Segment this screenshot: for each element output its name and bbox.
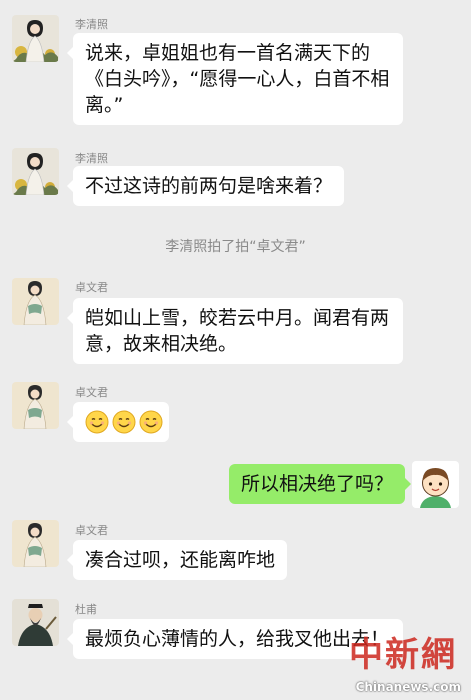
avatar-zhuo-wenjun[interactable]: [12, 382, 59, 429]
watermark-logo: 中新網: [349, 635, 457, 675]
system-pat-notice: 李清照拍了拍“卓文君”: [165, 239, 306, 255]
sender-name: 杜甫: [75, 603, 97, 616]
message-bubble[interactable]: 凑合过呗，还能离咋地: [66, 540, 288, 580]
sender-name: 卓文君: [75, 386, 108, 399]
message-text: 说来，卓姐姐也有一首名满天下的《白头吟》，“愿得一心人，白首不相离。”: [85, 42, 390, 116]
smile-emoji-icon: [139, 410, 163, 434]
avatar-du-fu-icon: [12, 599, 59, 646]
sender-name: 卓文君: [75, 524, 108, 537]
message-bubble[interactable]: [67, 402, 169, 442]
avatar-li-qingzhao-icon: [12, 148, 59, 195]
message-bubble-self[interactable]: 所以相决绝了吗？: [228, 464, 412, 504]
avatar-zhuo-wenjun-icon: [12, 520, 59, 567]
avatar-zhuo-wenjun[interactable]: [12, 520, 59, 567]
avatar-self[interactable]: [412, 461, 459, 508]
message-bubble[interactable]: 皑如山上雪，皎若云中月。闻君有两意，故来相决绝。: [67, 298, 403, 364]
message-text: 不过这诗的前两句是啥来着？: [85, 175, 333, 197]
avatar-zhuo-wenjun[interactable]: [12, 278, 59, 325]
watermark-url: Chinanews.com: [355, 680, 461, 694]
message-text: 所以相决绝了吗？: [240, 473, 393, 495]
avatar-du-fu[interactable]: [12, 599, 59, 646]
smile-emoji-icon: [85, 410, 109, 434]
avatar-zhuo-wenjun-icon: [12, 382, 59, 429]
avatar-li-qingzhao[interactable]: [12, 148, 59, 195]
message-bubble[interactable]: 不过这诗的前两句是啥来着？: [66, 166, 345, 206]
message-text: 凑合过呗，还能离咋地: [85, 549, 276, 571]
avatar-self-icon: [412, 461, 459, 508]
avatar-zhuo-wenjun-icon: [12, 278, 59, 325]
avatar-li-qingzhao[interactable]: [12, 15, 59, 62]
sender-name: 李清照: [75, 18, 108, 31]
sender-name: 卓文君: [75, 281, 108, 294]
avatar-li-qingzhao-icon: [12, 15, 59, 62]
message-bubble[interactable]: 说来，卓姐姐也有一首名满天下的《白头吟》，“愿得一心人，白首不相离。”: [67, 33, 403, 125]
message-text: 最烦负心薄情的人，给我叉他出去！: [85, 628, 390, 650]
message-text: 皑如山上雪，皎若云中月。闻君有两意，故来相决绝。: [85, 307, 390, 355]
sender-name: 李清照: [75, 152, 108, 165]
emoji-row: [85, 409, 163, 435]
smile-emoji-icon: [112, 410, 136, 434]
